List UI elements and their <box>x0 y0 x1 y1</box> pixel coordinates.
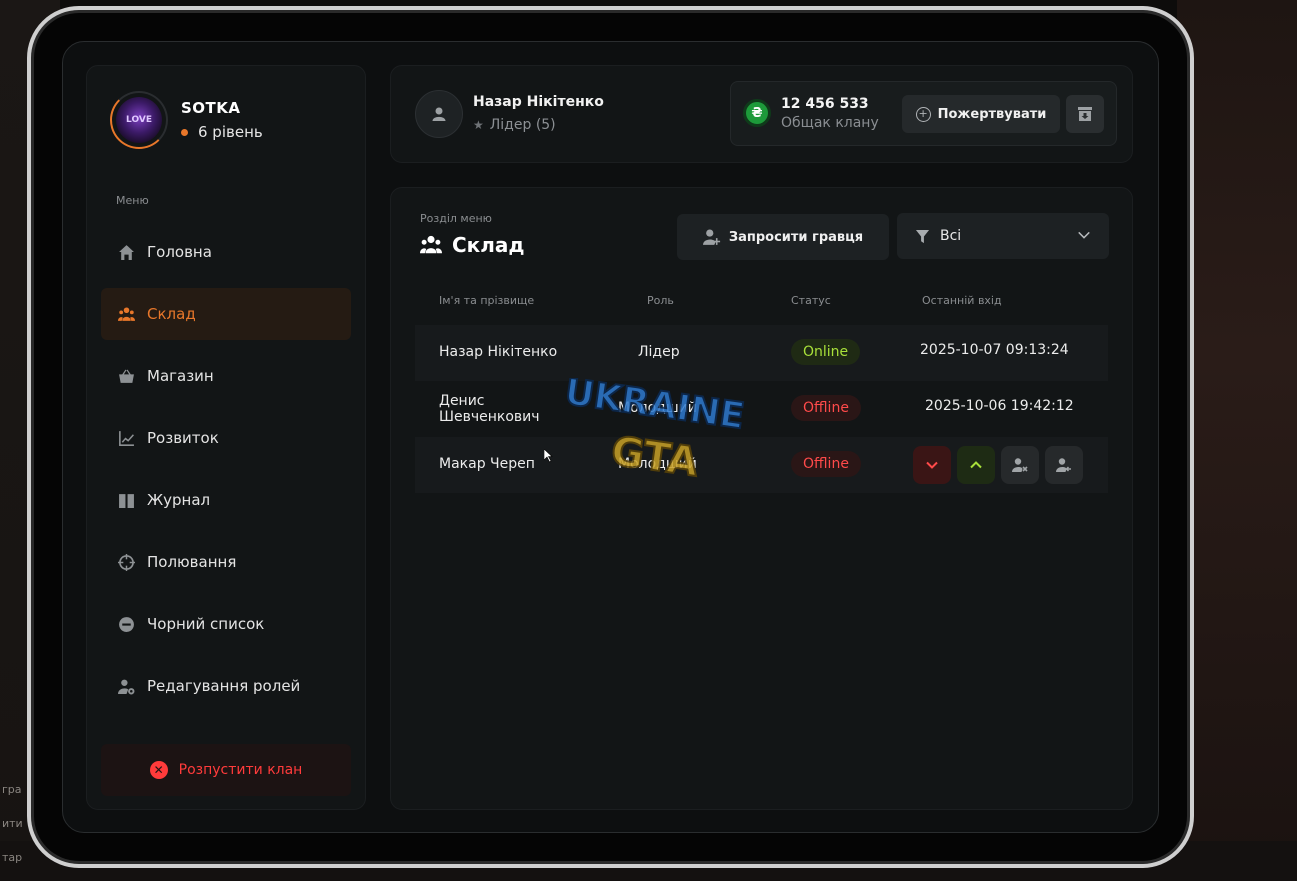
balance-value: 12 456 533 <box>781 96 869 112</box>
chevron-down-icon <box>926 461 938 469</box>
main-panel <box>390 187 1133 810</box>
sidebar-item-label: Полювання <box>147 553 237 571</box>
donate-label: Пожертвувати <box>937 106 1047 122</box>
user-role: ★ Лідер (5) <box>473 117 556 133</box>
filter-value: Всі <box>940 228 962 244</box>
archive-icon <box>1078 107 1092 121</box>
level-dot-icon <box>181 128 188 136</box>
invite-player-label: Запросити гравця <box>728 229 864 245</box>
column-header-role: Роль <box>647 294 674 307</box>
sidebar-item-home[interactable]: Головна <box>101 226 351 278</box>
background-text: гра <box>2 783 22 796</box>
column-header-name: Ім'я та прізвище <box>439 294 535 307</box>
sidebar-item-edit-roles[interactable]: Редагування ролей <box>101 660 351 712</box>
users-icon <box>117 305 135 323</box>
kick-member-button[interactable] <box>1001 446 1039 484</box>
member-name: Назар Нікітенко <box>439 344 558 360</box>
clan-profile: LOVE SOTKA 6 рівень <box>110 91 263 149</box>
column-header-last-login: Останній вхід <box>922 294 1002 307</box>
sidebar-item-staff[interactable]: Склад <box>101 288 351 340</box>
hryvnia-icon: ₴ <box>743 99 771 127</box>
section-caption: Розділ меню <box>420 212 492 225</box>
member-role: Лідер <box>638 344 680 360</box>
star-icon: ★ <box>473 118 484 132</box>
sidebar-item-label: Склад <box>147 305 196 323</box>
background-text: тар <box>2 851 23 864</box>
mouse-cursor-icon <box>544 449 553 463</box>
transfer-member-button[interactable] <box>1045 446 1083 484</box>
page-title-text: Склад <box>452 233 525 257</box>
sidebar-item-shop[interactable]: Магазин <box>101 350 351 402</box>
member-name: Денис Шевченкович <box>439 393 540 425</box>
disband-clan-button[interactable]: ✕ Розпустити клан <box>101 744 351 796</box>
user-gear-icon <box>117 677 135 695</box>
member-last-login: 2025-10-07 09:13:24 <box>920 342 1069 358</box>
home-icon <box>117 243 135 261</box>
clan-avatar: LOVE <box>116 97 162 143</box>
menu-caption: Меню <box>116 194 149 207</box>
user-icon <box>432 107 446 121</box>
page-title: Склад <box>420 233 525 257</box>
minus-circle-icon <box>117 615 135 633</box>
crosshair-icon <box>117 553 135 571</box>
sidebar-item-hunting[interactable]: Полювання <box>101 536 351 588</box>
clan-avatar-text: LOVE <box>126 115 152 125</box>
member-name-line2: Шевченкович <box>439 409 540 425</box>
filter-select[interactable]: Всі <box>897 213 1109 259</box>
sidebar-item-blacklist[interactable]: Чорний список <box>101 598 351 650</box>
sidebar-item-label: Журнал <box>147 491 211 509</box>
chevron-up-icon <box>970 461 982 469</box>
status-badge: Offline <box>791 451 861 477</box>
sidebar-item-journal[interactable]: Журнал <box>101 474 351 526</box>
avatar-ring: LOVE <box>110 91 168 149</box>
donate-button[interactable]: + Пожертвувати <box>902 95 1060 133</box>
member-name-line1: Денис <box>439 393 485 409</box>
status-badge: Offline <box>791 395 861 421</box>
clan-level: 6 рівень <box>181 123 263 141</box>
member-name: Макар Череп <box>439 456 535 472</box>
disband-clan-label: Розпустити клан <box>178 762 303 778</box>
member-role: Молодший <box>618 400 697 416</box>
member-last-login: 2025-10-06 19:42:12 <box>925 398 1074 414</box>
clan-name: SOTKA <box>181 99 241 117</box>
sidebar-item-development[interactable]: Розвиток <box>101 412 351 464</box>
member-role: Молодший <box>618 456 697 472</box>
background-text: ити <box>2 817 23 830</box>
user-arrow-icon <box>1056 458 1071 472</box>
user-name: Назар Нікітенко <box>473 94 604 110</box>
demote-button[interactable] <box>913 446 951 484</box>
user-avatar <box>415 90 463 138</box>
users-icon <box>420 235 442 254</box>
sidebar-item-label: Редагування ролей <box>147 677 301 695</box>
chart-icon <box>117 429 135 447</box>
archive-button[interactable] <box>1066 95 1104 133</box>
user-plus-icon <box>702 229 720 245</box>
invite-player-button[interactable]: Запросити гравця <box>677 214 889 260</box>
sidebar-item-label: Розвиток <box>147 429 219 447</box>
status-badge: Online <box>791 339 861 365</box>
column-header-status: Статус <box>791 294 831 307</box>
chevron-down-icon <box>1078 231 1090 239</box>
user-role-text: Лідер (5) <box>489 117 556 133</box>
sidebar-item-label: Головна <box>147 243 212 261</box>
user-remove-icon <box>1012 458 1028 472</box>
promote-button[interactable] <box>957 446 995 484</box>
basket-icon <box>117 367 135 385</box>
filter-icon <box>915 229 930 243</box>
book-icon <box>117 491 135 509</box>
plus-circle-icon: + <box>915 106 931 122</box>
balance-label: Общак клану <box>781 115 879 131</box>
sidebar-item-label: Магазин <box>147 367 214 385</box>
sidebar-item-label: Чорний список <box>147 615 265 633</box>
close-circle-icon: ✕ <box>149 761 168 779</box>
background-right <box>1177 0 1297 881</box>
clan-level-text: 6 рівень <box>198 123 263 141</box>
